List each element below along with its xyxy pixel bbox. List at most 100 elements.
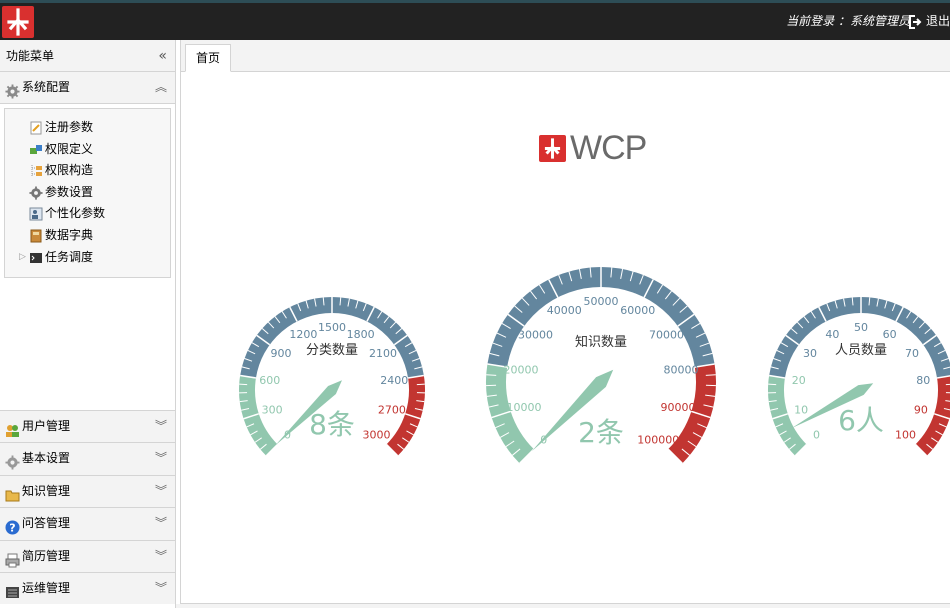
group-header-system-config[interactable]: 系统配置 ︽ (0, 72, 175, 104)
tree-item-label: 任务调度 (45, 249, 94, 264)
logout-label: 退出 (925, 14, 950, 28)
gauge-detail-value: 6人 (838, 404, 884, 437)
logout-icon (908, 14, 923, 29)
group-header-user-management[interactable]: 用户管理 ︾ (0, 410, 175, 443)
gauge-0: 03006009001200150018002100240027003000分类… (239, 297, 425, 457)
gauge-band (487, 267, 715, 368)
gauge-title: 人员数量 (835, 343, 887, 358)
chevron-down-double-icon[interactable]: ︾ (155, 443, 167, 474)
tree-item-register-params[interactable]: 注册参数 (5, 117, 170, 139)
gauge-2: 0 10 20 30 40 50 60 70 80 90 100 人员数量 6人 (768, 297, 950, 457)
gauge-tick-label: 40000 (547, 304, 582, 317)
gauge-tick-label: 1200 (289, 328, 317, 341)
group-label: 问答管理 (22, 516, 71, 531)
gauge-tick-label: 10000 (506, 401, 541, 414)
group-label: 知识管理 (22, 483, 71, 498)
gauge-tick (486, 374, 497, 376)
gauge-band (240, 297, 424, 379)
sidebar-title: 功能菜单 (6, 49, 55, 63)
gauge-tick-label: 2700 (378, 403, 406, 416)
gauge-tick (239, 383, 248, 386)
users-icon (5, 419, 20, 437)
app-window: 当前登录 ：系统管理员 退出 功能菜单 « 系统配置 ︽ 注册参数 权限定义 权… (0, 0, 950, 608)
gauge-tick-label: 1800 (347, 328, 375, 341)
group-header-knowledge-management[interactable]: 知识管理 ︾ (0, 474, 175, 508)
gauge-tick-label: 50000 (584, 295, 619, 308)
gauge-detail-value: 2条 (578, 416, 624, 449)
gauge-tick-label: 600 (259, 374, 280, 387)
sidebar-header: 功能菜单 « (0, 40, 175, 72)
gauge-tick-label: 100000 (637, 433, 679, 446)
gauge-tick-label: 90 (914, 403, 928, 416)
group-header-resume-management[interactable]: 简历管理 ︾ (0, 539, 175, 572)
group-header-ops-management[interactable]: 运维管理 ︾ (0, 571, 175, 605)
group-header-basic-settings[interactable]: 基本设置 ︾ (0, 442, 175, 475)
group-label: 简历管理 (22, 548, 71, 563)
edit-doc-icon (29, 121, 43, 135)
gauge-tick-label: 40 (825, 328, 839, 341)
gauge-tick-label: 70 (905, 347, 919, 360)
tree-item-label: 注册参数 (45, 120, 94, 134)
collapsed-groups: 用户管理 ︾ 基本设置 ︾ 知识管理 ︾ ? 问答管理 ︾ 简历管理 ︾ 运维管… (0, 410, 175, 605)
gauge-1: 0100002000030000400005000060000700008000… (486, 267, 716, 464)
sidebar: 功能菜单 « 系统配置 ︽ 注册参数 权限定义 权限构造 参数设置 个性化参数 … (0, 40, 176, 608)
double-chevron-left-icon[interactable]: « (158, 40, 167, 72)
expand-arrow-icon[interactable]: ▷ (19, 247, 26, 269)
group-header-qa-management[interactable]: ? 问答管理 ︾ (0, 507, 175, 540)
gauge-tick-label: 20000 (503, 363, 538, 376)
gauge-title: 知识数量 (575, 334, 627, 350)
user-card-icon (29, 207, 43, 221)
tree-item-permission-define[interactable]: 权限定义 (5, 139, 170, 161)
system-config-tree: 注册参数 权限定义 权限构造 参数设置 个性化参数 数据字典 ▷ 任务调度 (4, 108, 171, 278)
current-user-text: 当前登录 ：系统管理员 (786, 14, 910, 28)
printer-icon (5, 549, 20, 568)
tab-home[interactable]: 首页 (185, 44, 232, 72)
group-label: 用户管理 (22, 419, 71, 433)
group-label: 系统配置 (22, 80, 71, 94)
gauge-tick-label: 50 (854, 321, 868, 334)
book-icon (29, 229, 43, 243)
tab-bar: 首页 (180, 40, 950, 72)
logout-button[interactable]: 退出 (905, 3, 950, 40)
gauge-band (769, 297, 950, 379)
group-label: 运维管理 (22, 580, 71, 595)
tree-item-task-scheduler[interactable]: ▷ 任务调度 (5, 247, 170, 269)
group-label: 基本设置 (22, 451, 71, 466)
app-logo[interactable] (2, 6, 34, 38)
gauge-tick-label: 80000 (664, 363, 699, 376)
bottom-strip (176, 604, 950, 608)
tree-item-label: 权限构造 (45, 163, 94, 178)
gauge-tick-label: 60 (883, 328, 897, 341)
question-icon: ? (5, 516, 20, 535)
gauge-tick-label: 0 (813, 429, 820, 442)
gauge-tick-label: 20 (792, 374, 806, 387)
chevron-down-double-icon[interactable]: ︾ (155, 411, 167, 442)
gear-icon (5, 451, 20, 470)
gear-icon (5, 80, 20, 99)
gauge-tick-label: 60000 (620, 304, 655, 317)
tree-item-permission-build[interactable]: 权限构造 (5, 160, 170, 182)
gauges-chart: 0 300 600 900 120015001800 2100 2400 2700 3000 分类… (239, 267, 950, 464)
gauge-tick-label: 80 (916, 374, 930, 387)
chevron-down-double-icon[interactable]: ︾ (155, 508, 167, 539)
folder-icon (5, 484, 20, 502)
gauge-tick-label: 90000 (661, 401, 696, 414)
chevron-down-double-icon[interactable]: ︾ (155, 476, 167, 507)
chevron-up-double-icon[interactable]: ︽ (155, 72, 167, 103)
gauge-tick-label: 10 (794, 403, 808, 416)
server-icon (5, 581, 20, 598)
tree-item-personal-params[interactable]: 个性化参数 (5, 203, 170, 225)
gauge-tick-label: 900 (271, 347, 292, 360)
gauge-tick (768, 383, 777, 386)
top-bar: 当前登录 ：系统管理员 退出 (0, 0, 950, 40)
gauge-tick-label: 70000 (649, 328, 684, 341)
gauge-tick-label: 1500 (318, 321, 346, 334)
tree-icon (29, 164, 43, 178)
tree-item-label: 参数设置 (45, 184, 94, 199)
tree-item-data-dictionary[interactable]: 数据字典 (5, 225, 170, 247)
chevron-down-double-icon[interactable]: ︾ (155, 541, 167, 572)
gauge-tick (705, 374, 716, 376)
chevron-down-double-icon[interactable]: ︾ (155, 573, 167, 604)
tree-item-param-settings[interactable]: 参数设置 (5, 182, 170, 204)
gauge-tick-label: 30 (803, 347, 817, 360)
